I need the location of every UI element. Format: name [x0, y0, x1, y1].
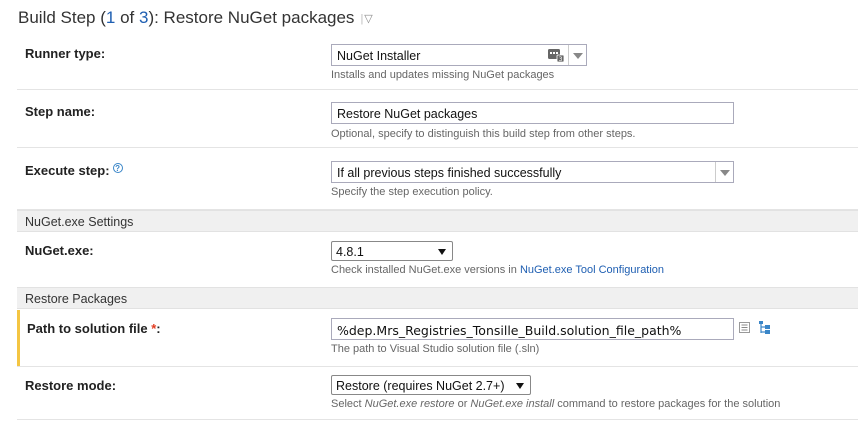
runner-type-row: Runner type: NuGet Installer 3 Installs …: [17, 38, 858, 90]
restore-packages-section: Restore Packages: [17, 287, 858, 309]
step-name-hint: Optional, specify to distinguish this bu…: [331, 128, 636, 140]
nuget-tool-config-link[interactable]: NuGet.exe Tool Configuration: [520, 264, 664, 276]
execute-step-hint: Specify the step execution policy.: [331, 186, 493, 198]
restore-mode-row: Restore mode: Restore (requires NuGet 2.…: [17, 367, 858, 420]
execute-step-value: If all previous steps finished successfu…: [337, 166, 562, 180]
solution-path-value: %dep.Mrs_Registries_Tonsille_Build.solut…: [337, 323, 682, 338]
hint-command-restore: NuGet.exe restore: [364, 398, 455, 410]
solution-path-label: Path to solution file: [27, 321, 152, 336]
runner-type-label: Runner type:: [25, 46, 106, 61]
step-name-value: Restore NuGet packages: [337, 107, 478, 121]
dropdown-arrow-icon: [438, 249, 446, 255]
solution-path-label-wrap: Path to solution file *:: [27, 321, 161, 336]
hint-text: command to restore packages for the solu…: [554, 398, 781, 410]
nuget-settings-section: NuGet.exe Settings: [17, 210, 858, 232]
execute-step-select[interactable]: If all previous steps finished successfu…: [331, 161, 734, 183]
step-menu-toggle[interactable]: |▽: [360, 13, 372, 25]
step-name-label: Step name:: [25, 104, 96, 119]
section-title: Restore Packages: [25, 292, 128, 306]
solution-path-hint: The path to Visual Studio solution file …: [331, 343, 540, 355]
execute-step-label-wrap: Execute step:?: [25, 163, 123, 178]
nuget-exe-value: 4.8.1: [336, 245, 364, 259]
nuget-exe-hint: Check installed NuGet.exe versions in Nu…: [331, 264, 664, 276]
restore-mode-label: Restore mode:: [25, 378, 117, 393]
help-icon[interactable]: ?: [112, 163, 123, 173]
title-suffix: ): Restore NuGet packages: [148, 8, 355, 27]
execute-step-label: Execute step:: [25, 163, 110, 178]
solution-path-row: Path to solution file *: %dep.Mrs_Regist…: [17, 309, 858, 367]
tree-picker-icon[interactable]: [758, 320, 772, 335]
text-editor-icon[interactable]: [739, 322, 750, 333]
nuget-exe-hint-text: Check installed NuGet.exe versions in: [331, 264, 520, 276]
hint-text: or: [454, 398, 471, 410]
chevron-down-icon: ▽: [364, 13, 373, 25]
solution-path-input[interactable]: %dep.Mrs_Registries_Tonsille_Build.solut…: [331, 318, 734, 340]
title-of: of: [115, 8, 139, 27]
restore-mode-hint: Select NuGet.exe restore or NuGet.exe in…: [331, 398, 780, 410]
runner-type-select[interactable]: NuGet Installer 3: [331, 44, 587, 66]
hint-text: Select: [331, 398, 365, 410]
runner-type-value: NuGet Installer: [337, 49, 421, 63]
runner-type-hint: Installs and updates missing NuGet packa…: [331, 69, 555, 81]
restore-mode-select[interactable]: Restore (requires NuGet 2.7+): [331, 375, 531, 395]
nuget-exe-select[interactable]: 4.8.1: [331, 241, 453, 261]
label-colon: :: [156, 321, 161, 336]
restore-mode-value: Restore (requires NuGet 2.7+): [336, 379, 505, 393]
execute-step-row: Execute step:? If all previous steps fin…: [17, 148, 858, 210]
page-title: Build Step (1 of 3): Restore NuGet packa…: [18, 8, 373, 28]
step-name-input[interactable]: Restore NuGet packages: [331, 102, 734, 124]
runner-badge-icon: 3: [548, 49, 564, 62]
hint-command-install: NuGet.exe install: [470, 398, 555, 410]
nuget-exe-label: NuGet.exe:: [25, 243, 94, 258]
step-current-link[interactable]: 1: [106, 8, 115, 27]
field-accent-bar: [17, 310, 20, 366]
title-prefix: Build Step (: [18, 8, 106, 27]
caret-divider: |: [360, 13, 364, 25]
nuget-exe-row: NuGet.exe: 4.8.1 Check installed NuGet.e…: [17, 232, 858, 288]
step-name-row: Step name: Restore NuGet packages Option…: [17, 90, 858, 148]
chevron-down-icon: [568, 45, 586, 65]
section-title: NuGet.exe Settings: [25, 215, 134, 229]
dropdown-arrow-icon: [516, 383, 524, 389]
svg-text:3: 3: [559, 56, 563, 62]
chevron-down-icon: [715, 162, 733, 182]
